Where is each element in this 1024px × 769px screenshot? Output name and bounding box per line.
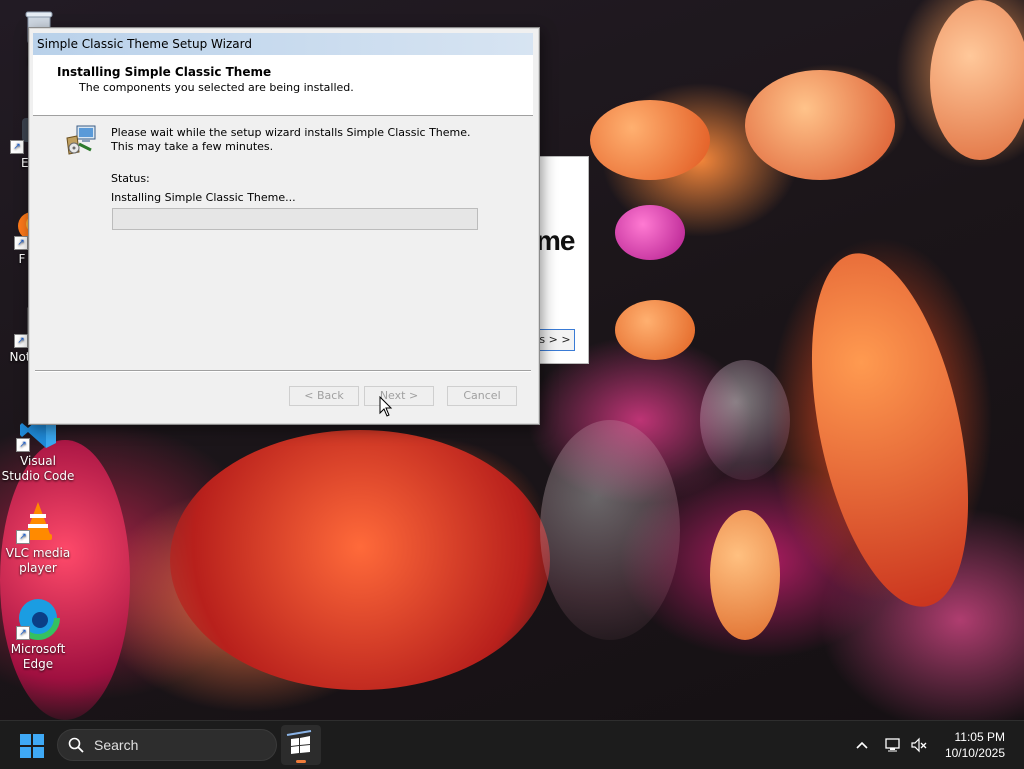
clock-date: 10/10/2025 [944, 746, 1005, 760]
next-button[interactable]: Next > [364, 386, 434, 406]
mouse-cursor-icon [379, 395, 393, 418]
wallpaper-bubble [170, 430, 550, 690]
taskbar-search-box[interactable]: Search [57, 729, 277, 761]
wizard-body-text: Please wait while the setup wizard insta… [111, 126, 471, 153]
search-icon [68, 737, 84, 753]
background-window-heading: me [536, 225, 575, 256]
windows-logo-icon [20, 734, 44, 758]
shortcut-arrow-icon: ↗ [16, 626, 30, 640]
wallpaper-bubble [745, 70, 895, 180]
cancel-button[interactable]: Cancel [447, 386, 517, 406]
network-icon[interactable] [884, 736, 902, 754]
status-text: Installing Simple Classic Theme... [111, 191, 296, 204]
desktop-icon-label: Visual Studio Code [1, 454, 75, 483]
clock-time: 11:05 PM [954, 730, 1005, 744]
taskbar: Search 11:05 PM 10/10/2025 [0, 720, 1024, 769]
shortcut-arrow-icon: ↗ [10, 140, 24, 154]
background-installer-window[interactable]: me s > > [536, 156, 589, 364]
wizard-header: Installing Simple Classic Theme The comp… [33, 55, 533, 116]
status-label: Status: [111, 172, 150, 185]
shortcut-arrow-icon: ↗ [16, 438, 30, 452]
start-button[interactable] [20, 734, 44, 758]
footer-divider [35, 370, 531, 372]
shortcut-arrow-icon: ↗ [14, 236, 28, 250]
wizard-header-subtitle: The components you selected are being in… [79, 81, 354, 94]
taskbar-setup-wizard-app[interactable] [281, 725, 321, 765]
wizard-header-title: Installing Simple Classic Theme [57, 65, 272, 79]
wallpaper-bubble [930, 0, 1024, 160]
setup-wizard-window[interactable]: Simple Classic Theme Setup Wizard Instal… [28, 27, 540, 425]
wallpaper-bubble [615, 205, 685, 260]
volume-muted-icon[interactable] [910, 736, 928, 754]
wallpaper-bubble [710, 510, 780, 640]
install-progress-bar [112, 208, 478, 230]
wallpaper-bubble [540, 420, 680, 640]
active-app-indicator [296, 760, 306, 763]
desktop-icon-vlc[interactable]: ↗ VLC media player [0, 500, 76, 576]
desktop-icon-label: Microsoft Edge [10, 642, 66, 671]
desktop-icon-label: VLC media player [5, 546, 71, 575]
background-window-next-button[interactable]: s > > [536, 329, 575, 351]
wallpaper-bubble [784, 239, 996, 621]
edge-icon: ↗ [16, 596, 60, 640]
wallpaper-bubble [700, 360, 790, 480]
taskbar-clock[interactable]: 11:05 PM 10/10/2025 [945, 729, 1005, 761]
desktop-icon-edge[interactable]: ↗ Microsoft Edge [0, 596, 76, 672]
window-titlebar[interactable]: Simple Classic Theme Setup Wizard [33, 33, 533, 55]
wallpaper-bubble [615, 300, 695, 360]
shortcut-arrow-icon: ↗ [14, 334, 28, 348]
back-button[interactable]: < Back [289, 386, 359, 406]
shortcut-arrow-icon: ↗ [16, 530, 30, 544]
setup-computer-icon [65, 124, 97, 156]
search-placeholder: Search [94, 737, 139, 753]
vlc-icon: ↗ [16, 500, 60, 544]
chevron-up-icon[interactable] [853, 736, 871, 754]
setup-app-icon [286, 730, 312, 754]
wallpaper-bubble [590, 100, 710, 180]
